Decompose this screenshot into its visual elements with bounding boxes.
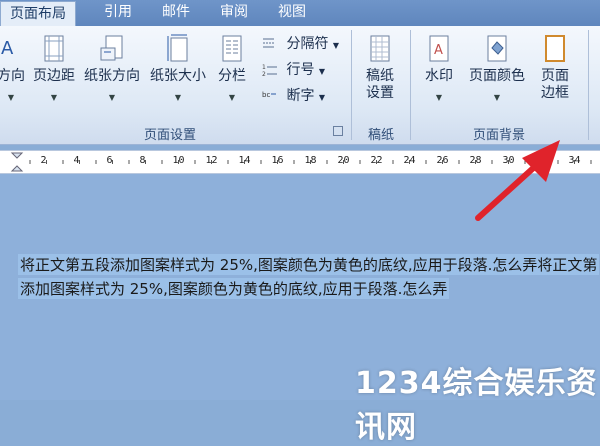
breaks-label: 分隔符 bbox=[286, 36, 329, 52]
ruler-number: 20 bbox=[337, 155, 350, 166]
page-borders-label-2: 边框 bbox=[541, 85, 569, 101]
tab-view[interactable]: 视图 bbox=[266, 0, 318, 26]
chevron-down-icon: ▼ bbox=[318, 67, 326, 76]
ruler-number: 8 bbox=[139, 155, 146, 166]
tab-review[interactable]: 审阅 bbox=[208, 0, 260, 26]
group-divider bbox=[588, 30, 589, 140]
draft-paper-icon bbox=[370, 35, 390, 62]
horizontal-ruler[interactable]: 24681012141618202224262830323436 bbox=[0, 150, 600, 174]
hyphenation-button[interactable]: bc 断字 ▼ bbox=[262, 86, 325, 106]
ruler-number: 6 bbox=[106, 155, 113, 166]
paper-orientation-icon bbox=[100, 35, 123, 61]
margins-icon bbox=[44, 35, 64, 62]
paint-bucket-icon bbox=[487, 35, 507, 62]
chevron-down-icon: ▼ bbox=[50, 93, 58, 102]
hyphenation-icon: bc bbox=[262, 89, 278, 103]
svg-text:A: A bbox=[434, 43, 443, 58]
page-color-button[interactable]: 页面颜色 ▼ bbox=[464, 34, 530, 106]
watermark-button[interactable]: A 水印 ▼ bbox=[418, 34, 460, 106]
page-color-label: 页面颜色 bbox=[469, 68, 525, 84]
ruler-number: 24 bbox=[403, 155, 416, 166]
ruler-number: 34 bbox=[568, 155, 581, 166]
ruler-number: 22 bbox=[370, 155, 383, 166]
group-label-page-setup: 页面设置 bbox=[143, 128, 196, 143]
orientation-icon: A bbox=[1, 38, 14, 59]
columns-icon bbox=[222, 35, 242, 62]
draft-paper-label-2: 设置 bbox=[366, 85, 394, 101]
ruler-number: 12 bbox=[205, 155, 218, 166]
dialog-launcher-icon[interactable] bbox=[333, 126, 343, 136]
ruler-number: 2 bbox=[40, 155, 47, 166]
orientation-label: 方向 bbox=[0, 68, 25, 84]
columns-label: 分栏 bbox=[218, 68, 246, 84]
ruler-number: 18 bbox=[304, 155, 317, 166]
ruler-number: 26 bbox=[436, 155, 449, 166]
group-label-draft-paper: 稿纸 bbox=[367, 128, 394, 143]
ruler-number: 16 bbox=[271, 155, 284, 166]
chevron-down-icon: ▼ bbox=[108, 93, 116, 102]
draft-paper-label-1: 稿纸 bbox=[366, 68, 394, 84]
paper-size-label: 纸张大小 bbox=[150, 68, 206, 84]
ruler-number: 10 bbox=[172, 155, 185, 166]
page-border-icon bbox=[545, 35, 565, 62]
tab-references[interactable]: 引用 bbox=[92, 0, 144, 26]
chevron-down-icon: ▼ bbox=[174, 93, 182, 102]
svg-text:bc: bc bbox=[262, 91, 270, 99]
line-numbers-button[interactable]: 12 行号 ▼ bbox=[262, 60, 325, 80]
chevron-down-icon: ▼ bbox=[318, 93, 326, 102]
ribbon: A 方向 ▼ 页边距 ▼ 纸张方向 ▼ 纸张大小 ▼ 分栏 ▼ 分隔符 ▼ 1 … bbox=[0, 26, 600, 145]
page-borders-button[interactable]: 页面 边框 bbox=[534, 34, 576, 102]
svg-text:A: A bbox=[1, 38, 14, 59]
chevron-down-icon: ▼ bbox=[7, 93, 15, 102]
page-borders-label-1: 页面 bbox=[541, 68, 569, 84]
ruler-number: 14 bbox=[238, 155, 251, 166]
document-text-line-2[interactable]: 添加图案样式为 25%,图案颜色为黄色的底纹,应用于段落.怎么弄 bbox=[18, 278, 450, 299]
ruler-number: 28 bbox=[469, 155, 482, 166]
tab-page-layout[interactable]: 页面布局 bbox=[0, 1, 76, 27]
margins-label: 页边距 bbox=[33, 68, 75, 84]
hyphenation-label: 断字 bbox=[286, 88, 315, 104]
ruler-number: 32 bbox=[535, 155, 548, 166]
chevron-down-icon: ▼ bbox=[435, 93, 443, 102]
paper-size-button[interactable]: 纸张大小 ▼ bbox=[146, 34, 210, 106]
breaks-icon bbox=[262, 37, 278, 51]
paper-orientation-label: 纸张方向 bbox=[84, 68, 140, 84]
orientation-button[interactable]: A 方向 ▼ bbox=[0, 34, 28, 106]
group-label-page-background: 页面背景 bbox=[472, 128, 525, 143]
tab-mailings[interactable]: 邮件 bbox=[150, 0, 202, 26]
line-numbers-label: 行号 bbox=[286, 62, 315, 78]
ruler-number: 4 bbox=[73, 155, 80, 166]
paper-orientation-button[interactable]: 纸张方向 ▼ bbox=[80, 34, 144, 106]
paper-size-icon bbox=[167, 34, 188, 62]
ribbon-tab-bar: 页面布局 引用 邮件 审阅 视图 bbox=[0, 0, 600, 27]
chevron-down-icon: ▼ bbox=[228, 93, 236, 102]
svg-text:1: 1 bbox=[262, 64, 266, 71]
watermark-label: 水印 bbox=[425, 68, 453, 84]
draft-paper-settings-button[interactable]: 稿纸 设置 bbox=[358, 34, 402, 102]
margins-button[interactable]: 页边距 ▼ bbox=[30, 34, 78, 106]
line-numbers-icon: 12 bbox=[262, 63, 278, 78]
breaks-button[interactable]: 分隔符 ▼ bbox=[262, 34, 339, 54]
document-text-line-1[interactable]: 将正文第五段添加图案样式为 25%,图案颜色为黄色的底纹,应用于段落.怎么弄将正… bbox=[18, 254, 600, 275]
watermark-icon: A bbox=[429, 35, 449, 62]
watermark-text: 1234综合娱乐资讯网 bbox=[355, 366, 598, 445]
chevron-down-icon: ▼ bbox=[493, 93, 501, 102]
ruler-number: 30 bbox=[502, 155, 515, 166]
columns-button[interactable]: 分栏 ▼ bbox=[214, 34, 250, 106]
svg-text:2: 2 bbox=[262, 71, 266, 77]
chevron-down-icon: ▼ bbox=[332, 41, 340, 50]
